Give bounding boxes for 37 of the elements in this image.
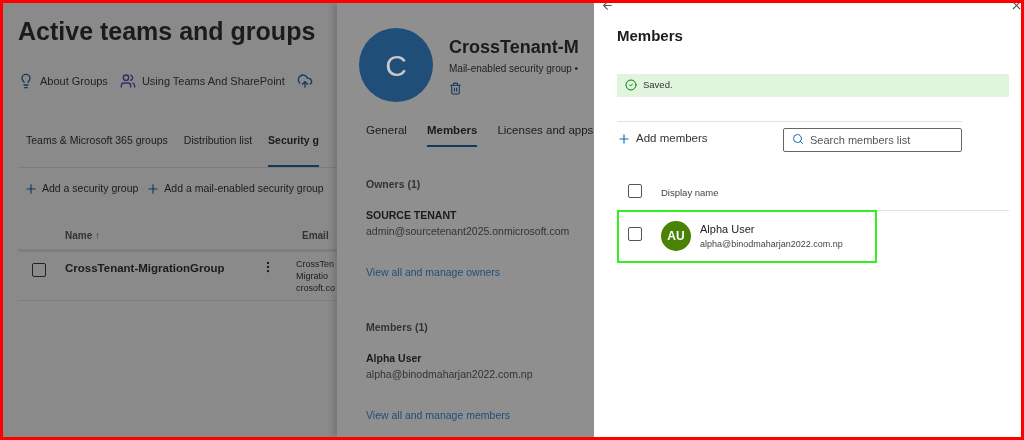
section-heading: Members (1) (366, 320, 429, 336)
section-heading: Owners (1) (366, 177, 422, 193)
panel-title: Members (617, 26, 684, 46)
tab[interactable]: Members (426, 122, 478, 148)
help-link[interactable]: Using Teams And SharePoint (141, 72, 285, 89)
add-group-button[interactable]: Add a mail-enabled security group (146, 177, 324, 200)
manage-link[interactable]: View all and manage owners (366, 264, 501, 281)
member-name: Alpha User (700, 222, 756, 238)
page-title: Active teams and groups (18, 16, 317, 47)
member-email: alpha@binodmaharjan2022.com.np (700, 237, 843, 251)
tab[interactable]: Licenses and apps (497, 122, 594, 148)
person-name: SOURCE TENANT (366, 208, 458, 223)
email-text: CrossTen (296, 257, 335, 270)
member-row[interactable]: AU Alpha User alpha@binodmaharjan2022.com.np (617, 209, 877, 263)
person-email: alpha@binodmaharjan2022.com.np (366, 366, 534, 382)
person-name: Alpha User (366, 351, 423, 366)
column-header[interactable]: Email (302, 227, 329, 243)
tab[interactable]: Security g (268, 129, 319, 167)
email-text: Migratio (296, 269, 329, 282)
add-members-button[interactable]: Add members (617, 130, 708, 148)
person-email: admin@sourcetenant2025.onmicrosoft.com (366, 223, 571, 239)
user-avatar: AU (661, 221, 691, 252)
group-name[interactable]: CrossTenant-MigrationGroup (65, 259, 255, 277)
column-header[interactable]: Name ↑ (65, 227, 302, 243)
group-avatar: C (359, 28, 433, 102)
help-link[interactable]: About Groups (40, 72, 108, 89)
manage-link[interactable]: View all and manage members (366, 407, 510, 424)
group-type: Mail-enabled security group • (449, 62, 579, 76)
email-text: crosoft.co (296, 281, 335, 294)
tab[interactable]: Distribution list (183, 129, 253, 167)
search-field[interactable]: Search members list (783, 127, 962, 152)
group-title: CrossTenant-M (449, 36, 579, 59)
tab[interactable]: General (366, 122, 407, 148)
tab[interactable]: Teams & Microsoft 365 groups (26, 129, 168, 167)
add-group-button[interactable]: Add a security group (24, 177, 139, 200)
column-header[interactable]: Display name (661, 185, 719, 200)
banner-text: Saved. (643, 77, 673, 92)
